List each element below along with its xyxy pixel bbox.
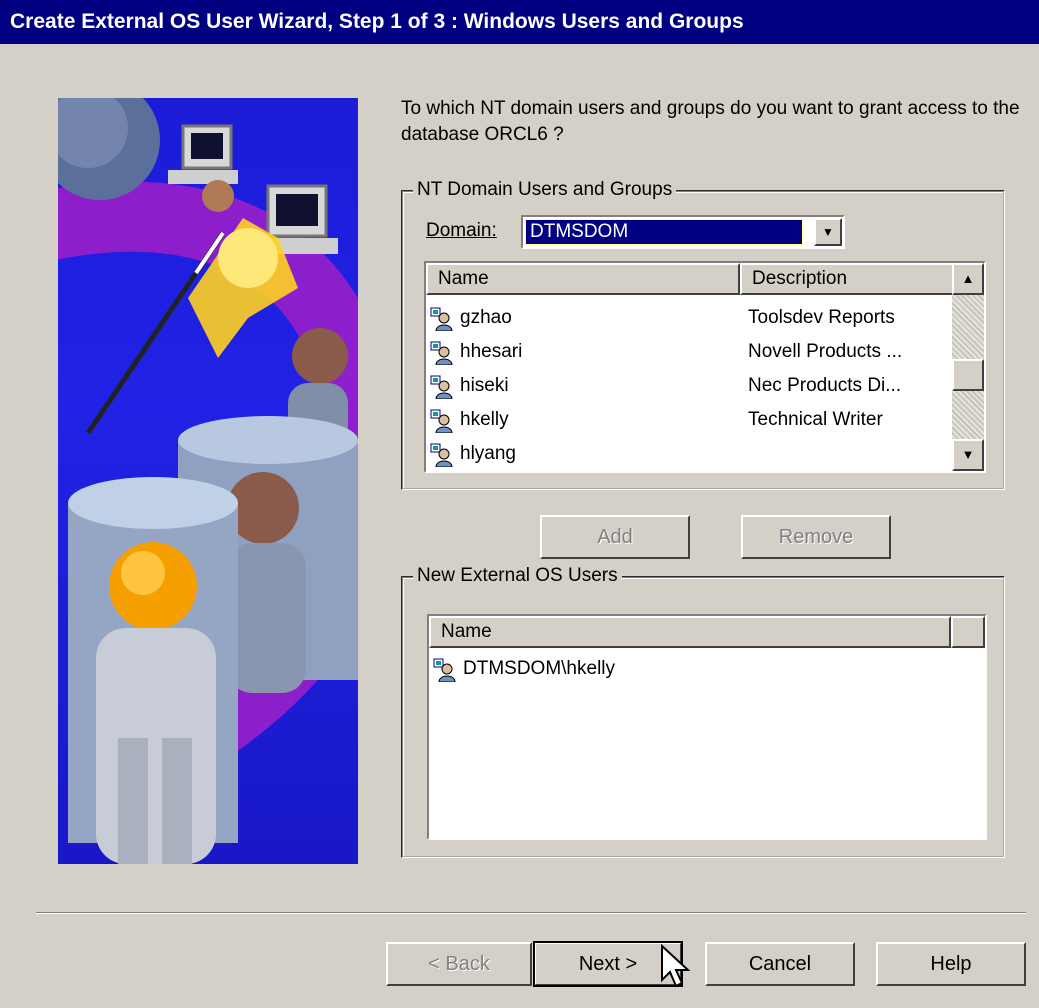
user-description: Technical Writer [748, 409, 883, 430]
add-button-label: Add [597, 526, 633, 548]
back-button[interactable]: < Back [386, 942, 532, 986]
domain-label-text: Domain: [426, 220, 497, 241]
user-group-icon [430, 375, 454, 400]
user-group-icon [430, 341, 454, 366]
wizard-illustration [58, 98, 358, 864]
user-name: hlyang [460, 443, 516, 464]
user-name: hhesari [460, 341, 523, 362]
domain-combobox[interactable]: DTMSDOM ▼ [521, 215, 845, 249]
user-description: Nec Products Di... [748, 375, 902, 396]
dropdown-arrow-icon[interactable]: ▼ [814, 218, 842, 246]
user-name: DTMSDOM\hkelly [463, 658, 616, 679]
footer-separator [36, 912, 1026, 914]
domain-users-list-header: Name Description [426, 263, 954, 295]
window-title-bar[interactable]: Create External OS User Wizard, Step 1 o… [0, 0, 1039, 44]
new-users-list[interactable]: Name DTMSDOM\hkelly [427, 614, 987, 840]
user-description: Novell Products ... [748, 341, 903, 362]
mouse-pointer-icon [660, 943, 692, 998]
help-button-label: Help [930, 953, 972, 975]
domain-label: Domain: [426, 220, 497, 242]
nt-domain-group-legend: NT Domain Users and Groups [413, 179, 677, 201]
remove-button-label: Remove [778, 526, 854, 548]
user-description: Toolsdev Reports [748, 307, 895, 328]
cancel-button[interactable]: Cancel [705, 942, 855, 986]
user-group-icon [430, 443, 454, 468]
user-group-icon [430, 409, 454, 434]
column-header-name[interactable]: Name [426, 263, 740, 295]
list-item[interactable]: gzhao Toolsdev Reports [426, 301, 954, 335]
list-item[interactable]: hkelly Technical Writer [426, 403, 954, 437]
column-header-name[interactable]: Name [429, 616, 951, 648]
list-item[interactable]: hlyang [426, 437, 954, 471]
window-title: Create External OS User Wizard, Step 1 o… [10, 10, 744, 33]
cancel-button-label: Cancel [748, 953, 812, 975]
scroll-down-icon[interactable]: ▼ [952, 439, 984, 471]
list-item[interactable]: DTMSDOM\hkelly [429, 652, 979, 686]
back-button-label: < Back [428, 953, 490, 975]
column-header-empty[interactable] [951, 616, 985, 648]
user-group-icon [433, 658, 457, 683]
scrollbar-thumb[interactable] [952, 359, 984, 391]
help-button[interactable]: Help [876, 942, 1026, 986]
new-users-group-legend: New External OS Users [413, 565, 622, 587]
user-group-icon [430, 307, 454, 332]
user-name: hkelly [460, 409, 509, 430]
wizard-prompt: To which NT domain users and groups do y… [401, 98, 1020, 145]
scroll-up-icon[interactable]: ▲ [952, 263, 984, 295]
domain-users-list[interactable]: Name Description gzhao Toolsdev Reports … [424, 261, 986, 473]
column-header-description[interactable]: Description [740, 263, 954, 295]
list-item[interactable]: hhesari Novell Products ... [426, 335, 954, 369]
user-name: hiseki [460, 375, 509, 396]
list-item[interactable]: hiseki Nec Products Di... [426, 369, 954, 403]
user-name: gzhao [460, 307, 512, 328]
add-button[interactable]: Add [540, 515, 690, 559]
domain-value: DTMSDOM [525, 219, 803, 245]
vertical-scrollbar[interactable]: ▲ ▼ [952, 263, 984, 471]
remove-button[interactable]: Remove [741, 515, 891, 559]
next-button-label: Next > [578, 953, 638, 975]
new-users-list-header: Name [429, 616, 985, 648]
